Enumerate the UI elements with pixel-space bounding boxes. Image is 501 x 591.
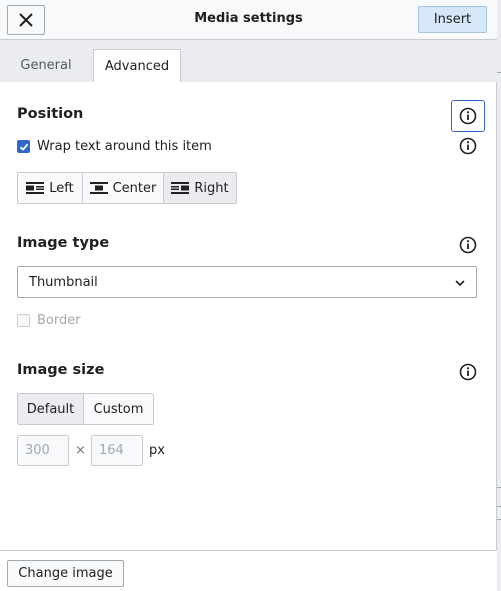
- unit-label: px: [149, 443, 165, 458]
- check-icon: [19, 143, 28, 151]
- image-type-title: Image type: [17, 235, 110, 251]
- wrap-text-info-button[interactable]: [459, 137, 477, 155]
- position-info-button[interactable]: [451, 100, 485, 132]
- info-icon: [459, 107, 477, 125]
- height-input[interactable]: 164: [91, 435, 143, 466]
- align-left-button[interactable]: Left: [18, 173, 83, 203]
- align-right-label: Right: [194, 180, 229, 196]
- tab-general[interactable]: General: [8, 49, 84, 82]
- align-center-label: Center: [112, 180, 157, 196]
- wrap-text-row: Wrap text around this item: [17, 139, 212, 154]
- edge-divider: [497, 506, 501, 507]
- align-left-icon: [26, 182, 45, 194]
- border-row: Border: [17, 313, 81, 328]
- edge-divider: [497, 487, 501, 488]
- image-size-title: Image size: [17, 362, 105, 378]
- image-size-info-button[interactable]: [459, 363, 477, 381]
- chevron-down-icon: [455, 280, 465, 287]
- align-left-label: Left: [49, 180, 74, 196]
- info-icon: [459, 236, 477, 254]
- info-icon: [459, 137, 477, 155]
- image-type-selected: Thumbnail: [29, 274, 98, 290]
- align-center-button[interactable]: Center: [83, 173, 164, 203]
- tab-advanced[interactable]: Advanced: [93, 49, 181, 82]
- change-image-button[interactable]: Change image: [7, 560, 124, 587]
- width-input[interactable]: 300: [17, 435, 69, 466]
- size-custom-button[interactable]: Custom: [84, 394, 153, 424]
- page-edge: [497, 0, 501, 591]
- image-type-dropdown[interactable]: Thumbnail: [17, 266, 477, 298]
- border-checkbox[interactable]: [17, 314, 30, 327]
- border-label: Border: [37, 313, 81, 328]
- edge-divider: [497, 519, 501, 520]
- edge-divider: [497, 72, 501, 73]
- image-type-info-button[interactable]: [459, 236, 477, 254]
- image-size-button-group: Default Custom: [17, 393, 154, 425]
- size-default-button[interactable]: Default: [18, 394, 84, 424]
- insert-button[interactable]: Insert: [418, 6, 487, 33]
- position-title: Position: [17, 106, 84, 122]
- media-settings-dialog: Media settings Insert General Advanced P…: [0, 0, 497, 591]
- align-center-icon: [89, 182, 108, 194]
- dialog-footer: Change image: [0, 550, 497, 591]
- wrap-text-label: Wrap text around this item: [37, 139, 212, 154]
- dialog-header: Media settings Insert: [0, 0, 497, 40]
- info-icon: [459, 363, 477, 381]
- alignment-button-group: Left Center Right: [17, 172, 237, 204]
- align-right-icon: [171, 182, 190, 194]
- dimension-separator: ×: [75, 443, 86, 458]
- tab-bar: General Advanced: [0, 40, 497, 82]
- wrap-text-checkbox[interactable]: [17, 140, 30, 153]
- align-right-button[interactable]: Right: [164, 173, 236, 203]
